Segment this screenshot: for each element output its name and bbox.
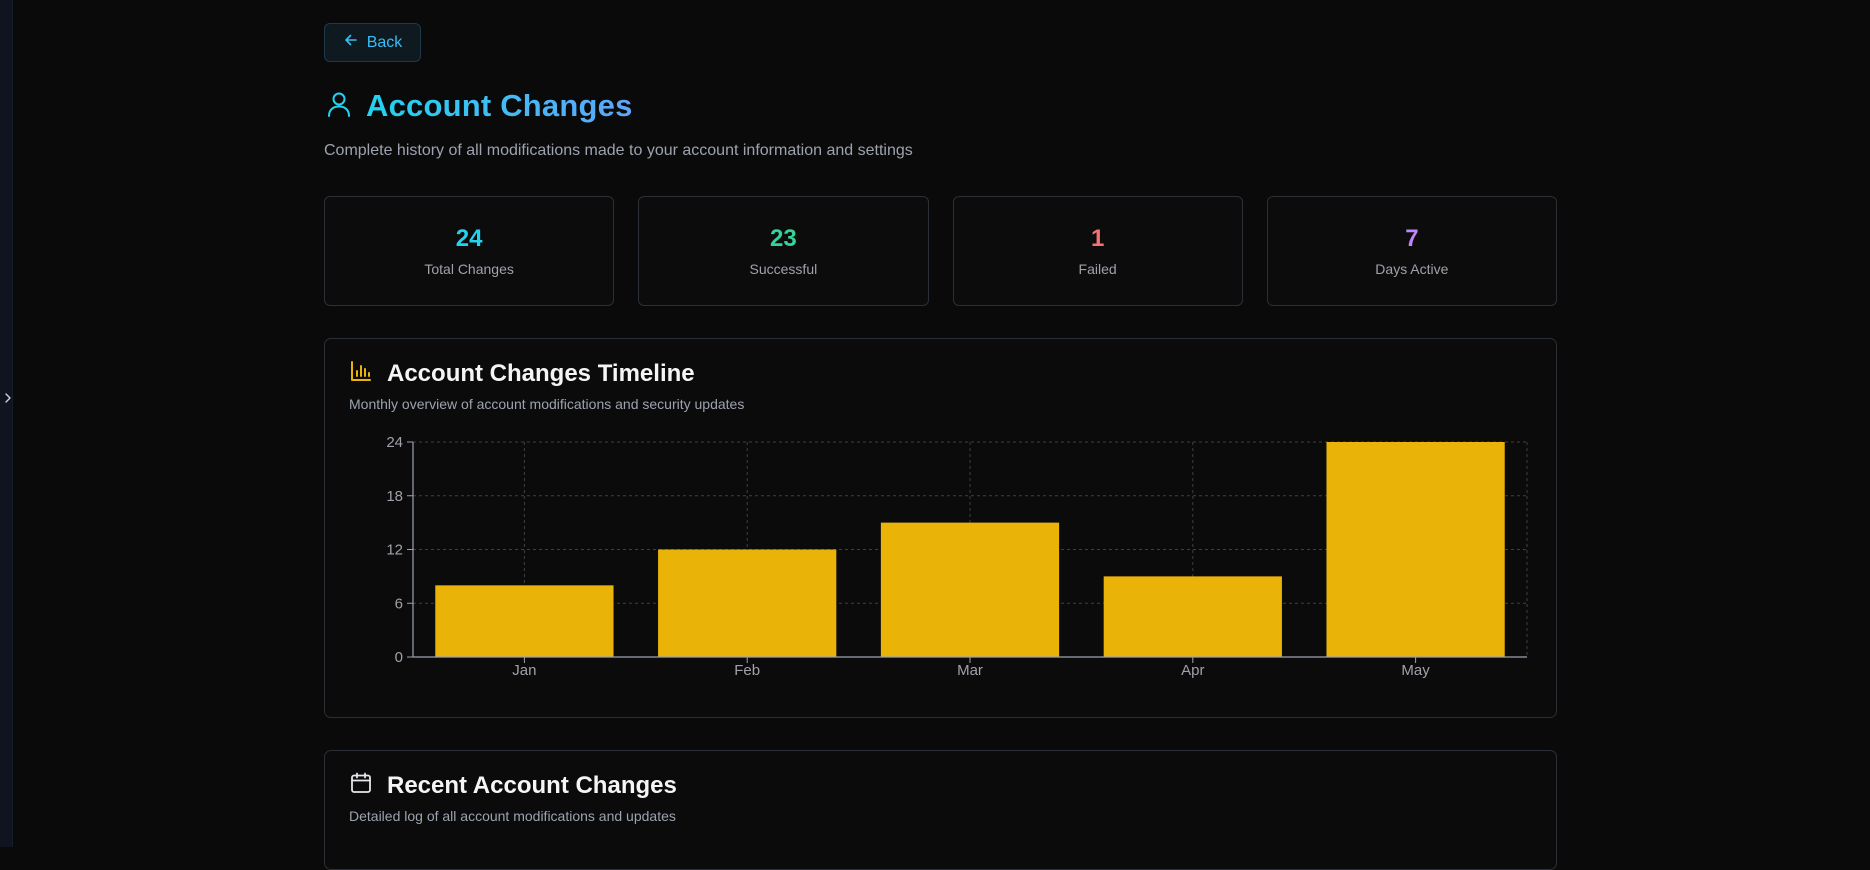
stat-card-failed: 1 Failed — [952, 196, 1243, 306]
y-tick-label: 0 — [395, 649, 403, 666]
stat-value: 7 — [1405, 225, 1419, 252]
stat-label: Failed — [1078, 261, 1117, 277]
timeline-panel: Account Changes Timeline Monthly overvie… — [324, 338, 1557, 718]
x-tick-label: Apr — [1181, 662, 1204, 679]
timeline-bar-chart: 0 6 12 18 24 Jan Feb Mar Apr May — [386, 434, 1528, 679]
stat-label: Total Changes — [424, 261, 514, 277]
stat-value: 24 — [455, 225, 483, 252]
page-subtitle: Complete history of all modifications ma… — [324, 142, 913, 159]
bar-apr — [1103, 576, 1282, 657]
page-header: Account Changes — [324, 86, 633, 126]
y-tick-label: 12 — [386, 542, 403, 559]
bar-mar — [880, 522, 1060, 657]
stat-label: Days Active — [1375, 261, 1449, 277]
bar-feb — [658, 549, 837, 657]
y-tick-label: 6 — [395, 595, 403, 612]
recent-changes-panel: Recent Account Changes Detailed log of a… — [324, 750, 1557, 870]
recent-title: Recent Account Changes — [387, 771, 677, 799]
back-label: Back — [366, 33, 403, 51]
stats-row: 24 Total Changes 23 Successful 1 Failed … — [324, 196, 1557, 306]
calendar-icon — [349, 771, 373, 800]
y-tick-label: 24 — [386, 434, 403, 451]
x-tick-label: Mar — [957, 662, 983, 679]
stat-card-days-active: 7 Days Active — [1266, 196, 1557, 306]
back-button[interactable]: Back — [324, 23, 421, 62]
bar-may — [1326, 442, 1505, 657]
bar-jan — [435, 585, 614, 657]
stat-label: Successful — [749, 261, 818, 277]
recent-header: Recent Account Changes — [349, 771, 677, 800]
x-tick-label: May — [1401, 662, 1430, 679]
page-title: Account Changes — [366, 88, 633, 123]
chevron-right-icon — [4, 391, 12, 409]
stat-value: 1 — [1090, 225, 1105, 252]
user-icon — [324, 89, 354, 124]
stat-card-total-changes: 24 Total Changes — [324, 196, 615, 306]
recent-description: Detailed log of all account modification… — [349, 808, 676, 824]
sidebar-toggle-button[interactable] — [2, 392, 14, 408]
arrow-left-icon — [343, 32, 359, 53]
x-tick-label: Jan — [512, 662, 536, 679]
stat-value: 23 — [770, 225, 797, 252]
sidebar-collapsed — [0, 0, 13, 847]
y-tick-label: 18 — [386, 488, 403, 505]
stat-card-successful: 23 Successful — [638, 196, 929, 306]
x-tick-label: Feb — [734, 662, 760, 679]
